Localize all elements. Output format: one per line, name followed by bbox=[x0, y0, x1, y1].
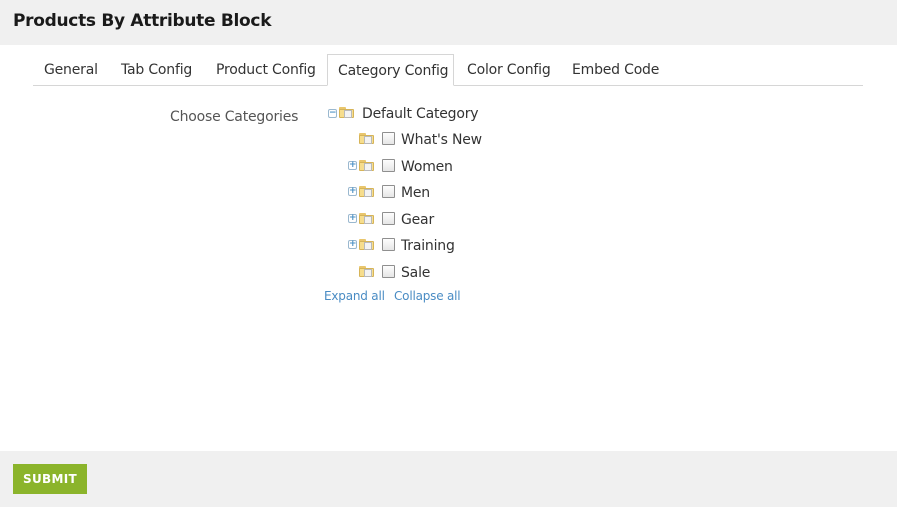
tree-item-label: What's New bbox=[401, 132, 482, 148]
category-checkbox[interactable] bbox=[382, 212, 395, 225]
folder-icon bbox=[359, 212, 375, 224]
expand-all-link[interactable]: Expand all bbox=[324, 289, 385, 303]
collapse-toggle-icon[interactable]: − bbox=[328, 109, 337, 118]
category-checkbox[interactable] bbox=[382, 265, 395, 278]
tab-category-config[interactable]: Category Config bbox=[327, 54, 454, 86]
page-title: Products By Attribute Block bbox=[13, 11, 272, 31]
category-checkbox[interactable] bbox=[382, 159, 395, 172]
tree-item-label: Gear bbox=[401, 212, 434, 228]
footer-bar: SUBMIT bbox=[0, 451, 897, 507]
expand-toggle-icon[interactable]: + bbox=[348, 187, 357, 196]
expand-toggle-icon[interactable]: + bbox=[348, 214, 357, 223]
tab-bar: General Tab Config Product Config Catego… bbox=[33, 54, 863, 86]
tab-tab-config[interactable]: Tab Config bbox=[121, 54, 192, 86]
expand-toggle-icon[interactable]: + bbox=[348, 240, 357, 249]
tab-color-config[interactable]: Color Config bbox=[467, 54, 551, 86]
folder-icon bbox=[359, 265, 375, 277]
tab-embed-code[interactable]: Embed Code bbox=[572, 54, 659, 86]
tab-general[interactable]: General bbox=[44, 54, 98, 86]
tree-item-label: Men bbox=[401, 185, 430, 201]
tree-item-label: Sale bbox=[401, 265, 431, 281]
category-checkbox[interactable] bbox=[382, 132, 395, 145]
expand-toggle-icon[interactable]: + bbox=[348, 161, 357, 170]
tree-item-label: Women bbox=[401, 159, 453, 175]
choose-categories-label: Choose Categories bbox=[170, 109, 299, 125]
folder-icon bbox=[359, 185, 375, 197]
folder-icon bbox=[339, 106, 355, 118]
collapse-all-link[interactable]: Collapse all bbox=[394, 289, 461, 303]
tree-root-label: Default Category bbox=[362, 106, 479, 122]
page-header: Products By Attribute Block bbox=[0, 0, 897, 45]
tree-item-label: Training bbox=[401, 238, 455, 254]
category-checkbox[interactable] bbox=[382, 185, 395, 198]
folder-icon bbox=[359, 132, 375, 144]
folder-icon bbox=[359, 238, 375, 250]
folder-icon bbox=[359, 159, 375, 171]
tab-product-config[interactable]: Product Config bbox=[216, 54, 316, 86]
submit-button[interactable]: SUBMIT bbox=[13, 464, 87, 494]
category-checkbox[interactable] bbox=[382, 238, 395, 251]
